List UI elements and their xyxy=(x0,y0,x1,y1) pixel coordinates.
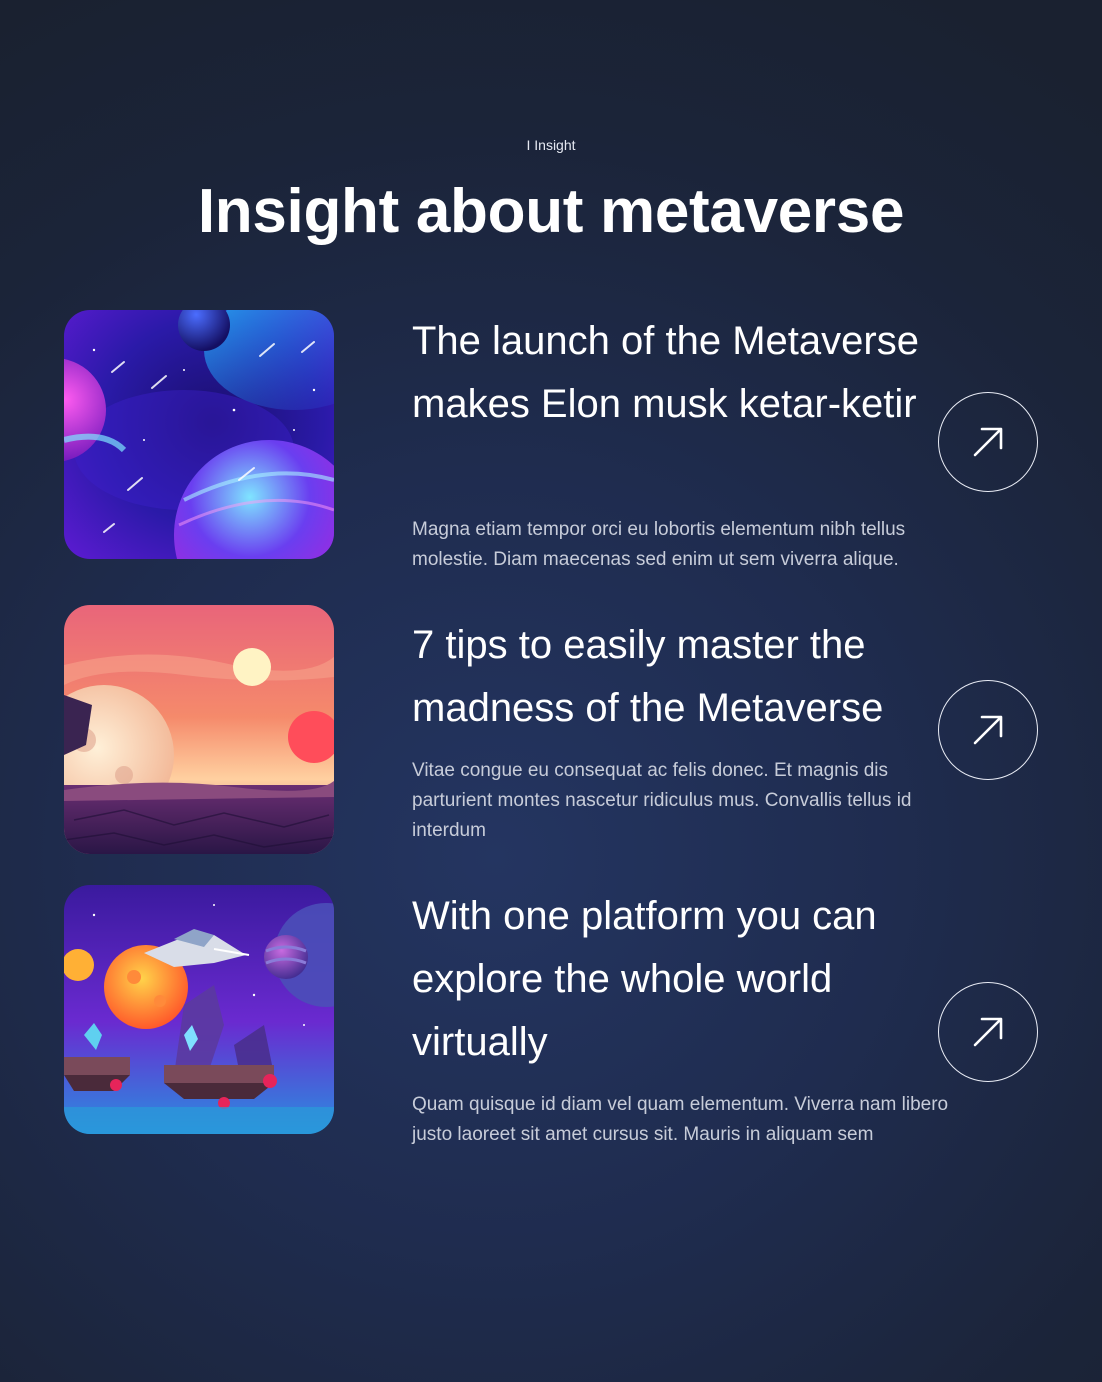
alien-sunset-illustration xyxy=(64,605,334,854)
read-article-button[interactable] xyxy=(938,982,1038,1082)
article-description: Vitae congue eu consequat ac felis donec… xyxy=(412,760,912,841)
article-description: Magna etiam tempor orci eu lobortis elem… xyxy=(412,519,906,570)
arrow-up-right-icon xyxy=(973,427,1003,457)
section-title: Insight about metaverse xyxy=(197,177,905,246)
read-article-button[interactable] xyxy=(938,392,1038,492)
article-image-space[interactable] xyxy=(64,310,334,559)
space-planets-illustration xyxy=(64,310,334,559)
section-eyebrow: I Insight xyxy=(526,137,576,153)
fantasy-game-world-illustration xyxy=(64,885,334,1134)
article-title[interactable]: 7 tips to easily master the madness of t… xyxy=(412,614,932,740)
read-article-button[interactable] xyxy=(938,680,1038,780)
article-title[interactable]: With one platform you can explore the wh… xyxy=(412,885,932,1074)
article-image-game-world[interactable] xyxy=(64,885,334,1134)
arrow-up-right-icon xyxy=(973,1017,1003,1047)
arrow-up-right-icon xyxy=(973,715,1003,745)
article-description: Quam quisque id diam vel quam elementum.… xyxy=(412,1094,949,1145)
article-title[interactable]: The launch of the Metaverse makes Elon m… xyxy=(412,310,932,436)
article-image-sunset[interactable] xyxy=(64,605,334,854)
